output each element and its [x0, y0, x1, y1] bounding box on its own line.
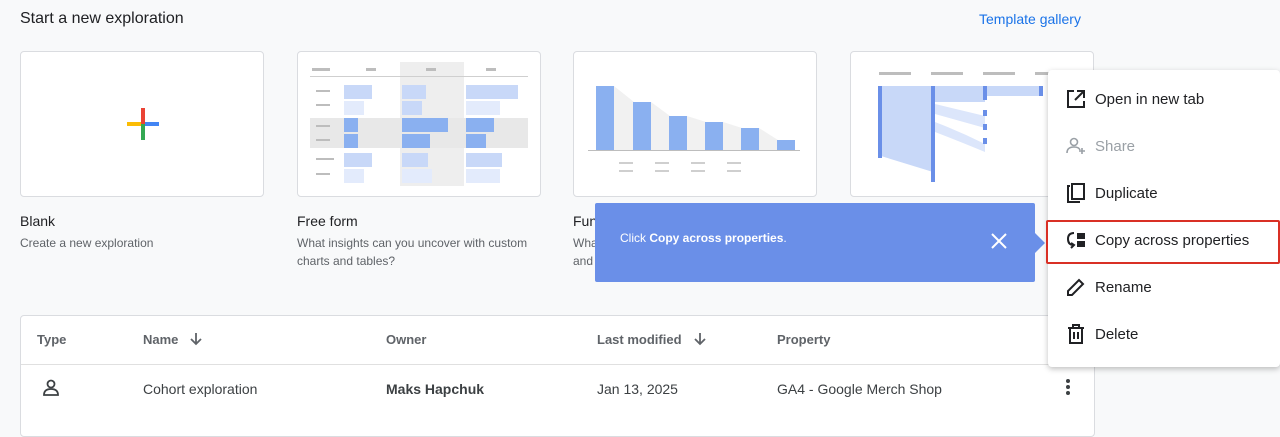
- card-desc-free-form: What insights can you uncover with custo…: [297, 236, 528, 268]
- explorations-table: Type Name Owner Last modified Property C…: [20, 315, 1095, 437]
- copy-icon: [1065, 182, 1087, 204]
- person-icon: [41, 378, 61, 403]
- row-owner: Maks Hapchuk: [386, 381, 485, 397]
- funnel-thumbnail: [588, 86, 800, 172]
- column-header-name[interactable]: Name: [143, 332, 203, 349]
- open-in-new-icon: [1065, 88, 1087, 110]
- menu-item-delete[interactable]: Delete: [1048, 311, 1280, 358]
- column-header-property[interactable]: Property: [777, 332, 830, 347]
- column-header-owner[interactable]: Owner: [386, 332, 426, 347]
- guide-tooltip: Click Copy across properties.: [595, 203, 1035, 282]
- row-property: GA4 - Google Merch Shop: [777, 381, 942, 397]
- card-title-funnel: Fun: [573, 213, 598, 229]
- close-icon[interactable]: [989, 231, 1009, 251]
- blank-card[interactable]: [20, 51, 264, 197]
- menu-item-label: Open in new tab: [1095, 91, 1205, 108]
- page-title: Start a new exploration: [20, 10, 184, 27]
- card-desc-funnel: Wha and: [573, 236, 598, 268]
- free-form-card[interactable]: [297, 51, 541, 197]
- menu-item-duplicate[interactable]: Duplicate: [1048, 170, 1280, 217]
- row-last-modified: Jan 13, 2025: [597, 381, 678, 397]
- highlight-box: [1046, 220, 1280, 264]
- person-add-icon: [1065, 135, 1087, 157]
- funnel-card[interactable]: [573, 51, 817, 197]
- trash-icon: [1065, 323, 1087, 345]
- column-header-type[interactable]: Type: [37, 332, 66, 347]
- menu-item-rename[interactable]: Rename: [1048, 264, 1280, 311]
- menu-item-label: Duplicate: [1095, 185, 1158, 202]
- sort-arrow-icon: [190, 332, 203, 349]
- column-header-last-modified[interactable]: Last modified: [597, 332, 706, 349]
- menu-item-label: Rename: [1095, 279, 1152, 296]
- tooltip-text: Click Copy across properties.: [620, 231, 787, 245]
- menu-item-label: Share: [1095, 138, 1136, 155]
- menu-item-share[interactable]: Share: [1048, 123, 1280, 170]
- card-title-free-form: Free form: [297, 213, 358, 229]
- card-title-blank: Blank: [20, 213, 56, 229]
- row-name[interactable]: Cohort exploration: [143, 381, 257, 397]
- more-vert-icon[interactable]: [1058, 377, 1078, 402]
- free-form-thumbnail: [310, 62, 528, 186]
- menu-item-open-in-new-tab[interactable]: Open in new tab: [1048, 76, 1280, 123]
- tooltip-pointer: [1035, 233, 1045, 253]
- menu-item-label: Delete: [1095, 326, 1139, 343]
- card-desc-blank: Create a new exploration: [20, 236, 154, 250]
- template-gallery-link[interactable]: Template gallery: [979, 11, 1081, 27]
- table-divider: [21, 364, 1094, 365]
- sort-arrow-icon: [693, 332, 706, 349]
- context-menu: Open in new tab Share Duplicate Copy acr…: [1046, 70, 1280, 367]
- plus-icon: [127, 108, 159, 140]
- pencil-icon: [1065, 276, 1087, 298]
